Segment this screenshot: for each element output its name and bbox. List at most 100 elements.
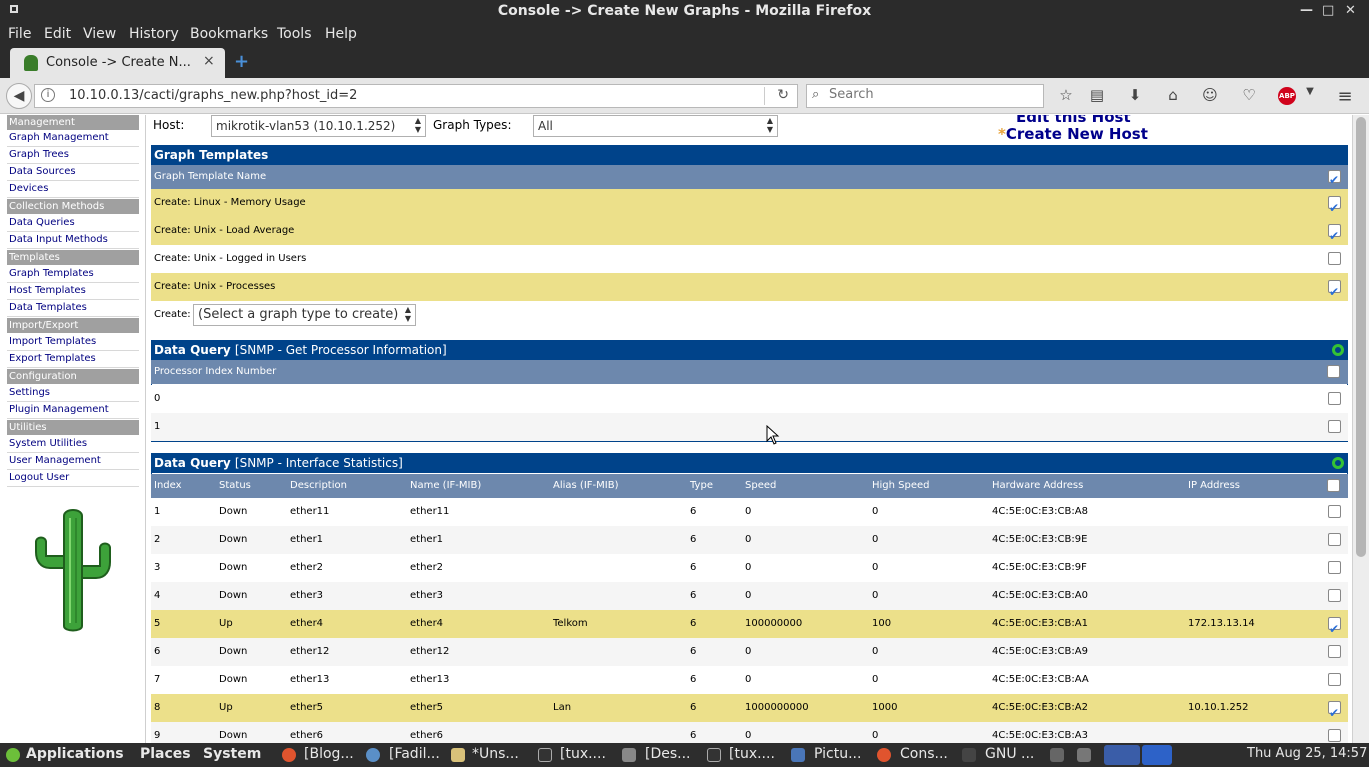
interface-row[interactable]: 1 Down ether11 ether11 6 0 0 4C:5E:0C:E3… bbox=[151, 498, 1348, 526]
sidebar-item-graph-trees[interactable]: Graph Trees bbox=[7, 148, 139, 164]
reading-list-icon[interactable]: ▤ bbox=[1087, 86, 1107, 106]
task-unsaved[interactable]: *Uns... bbox=[472, 746, 519, 762]
graph-types-select[interactable]: All ▲ ▼ bbox=[533, 115, 778, 137]
minimize-icon[interactable]: — bbox=[1300, 3, 1313, 18]
back-icon[interactable]: ◀ bbox=[6, 83, 32, 109]
downloads-icon[interactable]: ⬇ bbox=[1125, 86, 1145, 106]
sidebar-item-export-templates[interactable]: Export Templates bbox=[7, 352, 139, 368]
interface-row[interactable]: 3 Down ether2 ether2 6 0 0 4C:5E:0C:E3:C… bbox=[151, 554, 1348, 582]
menu-history[interactable]: History bbox=[129, 26, 179, 42]
sidebar-item-host-templates[interactable]: Host Templates bbox=[7, 284, 139, 300]
menu-file[interactable]: File bbox=[8, 26, 31, 42]
close-window-icon[interactable]: ✕ bbox=[1345, 3, 1356, 18]
select-all-processor-checkbox[interactable] bbox=[1327, 365, 1340, 378]
template-row[interactable]: Create: Unix - Processes bbox=[151, 273, 1348, 306]
host-select[interactable]: mikrotik-vlan53 (10.10.1.252) ▲ ▼ bbox=[211, 115, 426, 137]
clock[interactable]: Thu Aug 25, 14:57 bbox=[1247, 746, 1367, 761]
sidebar-item-data-sources[interactable]: Data Sources bbox=[7, 165, 139, 181]
interface-checkbox[interactable] bbox=[1328, 561, 1341, 574]
select-all-processor-icon[interactable] bbox=[1332, 344, 1344, 356]
interface-checkbox[interactable] bbox=[1328, 699, 1341, 727]
search-input[interactable] bbox=[829, 87, 1029, 102]
menu-tools[interactable]: Tools bbox=[277, 26, 312, 42]
task-desktop[interactable]: [Des... bbox=[645, 746, 691, 762]
menu-bookmarks[interactable]: Bookmarks bbox=[190, 26, 268, 42]
home-icon[interactable]: ⌂ bbox=[1163, 86, 1183, 106]
page-scrollbar[interactable] bbox=[1352, 115, 1369, 743]
places-menu[interactable]: Places bbox=[140, 746, 191, 762]
tab-console[interactable]: Console -> Create N... × bbox=[10, 48, 225, 78]
interface-row[interactable]: 2 Down ether1 ether1 6 0 0 4C:5E:0C:E3:C… bbox=[151, 526, 1348, 554]
workspace-2-icon[interactable] bbox=[1142, 745, 1172, 765]
task-tux-2[interactable]: [tux.... bbox=[729, 746, 775, 762]
sidebar-item-data-templates[interactable]: Data Templates bbox=[7, 301, 139, 317]
interface-checkbox[interactable] bbox=[1328, 615, 1341, 643]
volume-icon[interactable] bbox=[1050, 748, 1064, 762]
interface-row[interactable]: 5 Up ether4 ether4 Telkom 6 100000000 10… bbox=[151, 610, 1348, 643]
sidebar-item-plugin-management[interactable]: Plugin Management bbox=[7, 403, 139, 419]
sidebar-item-graph-management[interactable]: Graph Management bbox=[7, 131, 139, 147]
interface-checkbox[interactable] bbox=[1328, 589, 1341, 602]
new-tab-icon[interactable]: + bbox=[234, 51, 249, 72]
template-checkbox[interactable] bbox=[1328, 194, 1341, 222]
interface-row[interactable]: 6 Down ether12 ether12 6 0 0 4C:5E:0C:E3… bbox=[151, 638, 1348, 666]
interface-checkbox[interactable] bbox=[1328, 729, 1341, 742]
processor-row[interactable]: 0 bbox=[151, 385, 1348, 413]
sidebar-item-data-queries[interactable]: Data Queries bbox=[7, 216, 139, 232]
menu-help[interactable]: Help bbox=[325, 26, 357, 42]
task-console[interactable]: Cons... bbox=[900, 746, 948, 762]
workspace-1-icon[interactable] bbox=[1104, 745, 1140, 765]
select-all-interface-icon[interactable] bbox=[1332, 457, 1344, 469]
sidebar-item-graph-templates[interactable]: Graph Templates bbox=[7, 267, 139, 283]
task-gnu[interactable]: GNU ... bbox=[985, 746, 1034, 762]
interface-checkbox[interactable] bbox=[1328, 673, 1341, 686]
url-bar[interactable]: i 10.10.0.13/cacti/graphs_new.php?host_i… bbox=[34, 84, 798, 108]
interface-checkbox[interactable] bbox=[1328, 505, 1341, 518]
select-all-templates-checkbox[interactable] bbox=[1328, 168, 1341, 192]
applications-menu[interactable]: Applications bbox=[26, 746, 124, 762]
scrollbar-thumb[interactable] bbox=[1356, 117, 1366, 557]
create-graph-type-select[interactable]: (Select a graph type to create) ▲ ▼ bbox=[193, 304, 416, 326]
interface-row[interactable]: 8 Up ether5 ether5 Lan 6 1000000000 1000… bbox=[151, 694, 1348, 727]
template-checkbox[interactable] bbox=[1328, 222, 1341, 250]
menu-view[interactable]: View bbox=[83, 26, 116, 42]
sidebar-item-import-templates[interactable]: Import Templates bbox=[7, 335, 139, 351]
bookmark-star-icon[interactable]: ☆ bbox=[1056, 86, 1076, 106]
sidebar-item-settings[interactable]: Settings bbox=[7, 386, 139, 402]
sidebar-item-data-input-methods[interactable]: Data Input Methods bbox=[7, 233, 139, 249]
interface-checkbox[interactable] bbox=[1328, 533, 1341, 546]
sidebar-item-logout-user[interactable]: Logout User bbox=[7, 471, 139, 487]
processor-checkbox[interactable] bbox=[1328, 420, 1341, 433]
create-host-link[interactable]: Create New Host bbox=[1006, 125, 1148, 143]
interface-row[interactable]: 7 Down ether13 ether13 6 0 0 4C:5E:0C:E3… bbox=[151, 666, 1348, 694]
sidebar-item-devices[interactable]: Devices bbox=[7, 182, 139, 198]
sidebar-item-user-management[interactable]: User Management bbox=[7, 454, 139, 470]
interface-row[interactable]: 4 Down ether3 ether3 6 0 0 4C:5E:0C:E3:C… bbox=[151, 582, 1348, 610]
template-row[interactable]: Create: Unix - Logged in Users bbox=[151, 245, 1348, 273]
processor-checkbox[interactable] bbox=[1328, 392, 1341, 405]
system-menu[interactable]: System bbox=[203, 746, 261, 762]
info-icon[interactable]: i bbox=[41, 88, 55, 102]
pocket-icon[interactable]: ♡ bbox=[1239, 86, 1259, 106]
interface-checkbox[interactable] bbox=[1328, 645, 1341, 658]
template-row[interactable]: Create: Linux - Memory Usage bbox=[151, 189, 1348, 222]
task-pictures[interactable]: Pictu... bbox=[814, 746, 861, 762]
menu-edit[interactable]: Edit bbox=[44, 26, 71, 42]
search-box[interactable]: ⌕ bbox=[806, 84, 1044, 108]
interface-row[interactable]: 9 Down ether6 ether6 6 0 0 4C:5E:0C:E3:C… bbox=[151, 722, 1348, 743]
task-tux-1[interactable]: [tux.... bbox=[560, 746, 606, 762]
template-checkbox[interactable] bbox=[1328, 252, 1341, 265]
processor-row[interactable]: 1 bbox=[151, 413, 1348, 441]
adblock-dropdown-icon[interactable]: ▼ bbox=[1300, 86, 1320, 106]
tab-close-icon[interactable]: × bbox=[203, 53, 215, 69]
template-row[interactable]: Create: Unix - Load Average bbox=[151, 217, 1348, 250]
hamburger-menu-icon[interactable]: ≡ bbox=[1335, 86, 1355, 107]
adblock-icon[interactable]: ABP bbox=[1278, 87, 1296, 105]
sidebar-item-system-utilities[interactable]: System Utilities bbox=[7, 437, 139, 453]
select-all-interface-checkbox[interactable] bbox=[1327, 479, 1340, 492]
template-checkbox[interactable] bbox=[1328, 278, 1341, 306]
reload-icon[interactable]: ↻ bbox=[777, 87, 789, 103]
chat-icon[interactable]: ☺ bbox=[1200, 86, 1220, 106]
network-icon[interactable] bbox=[1077, 748, 1091, 762]
maximize-icon[interactable]: □ bbox=[1322, 3, 1334, 18]
